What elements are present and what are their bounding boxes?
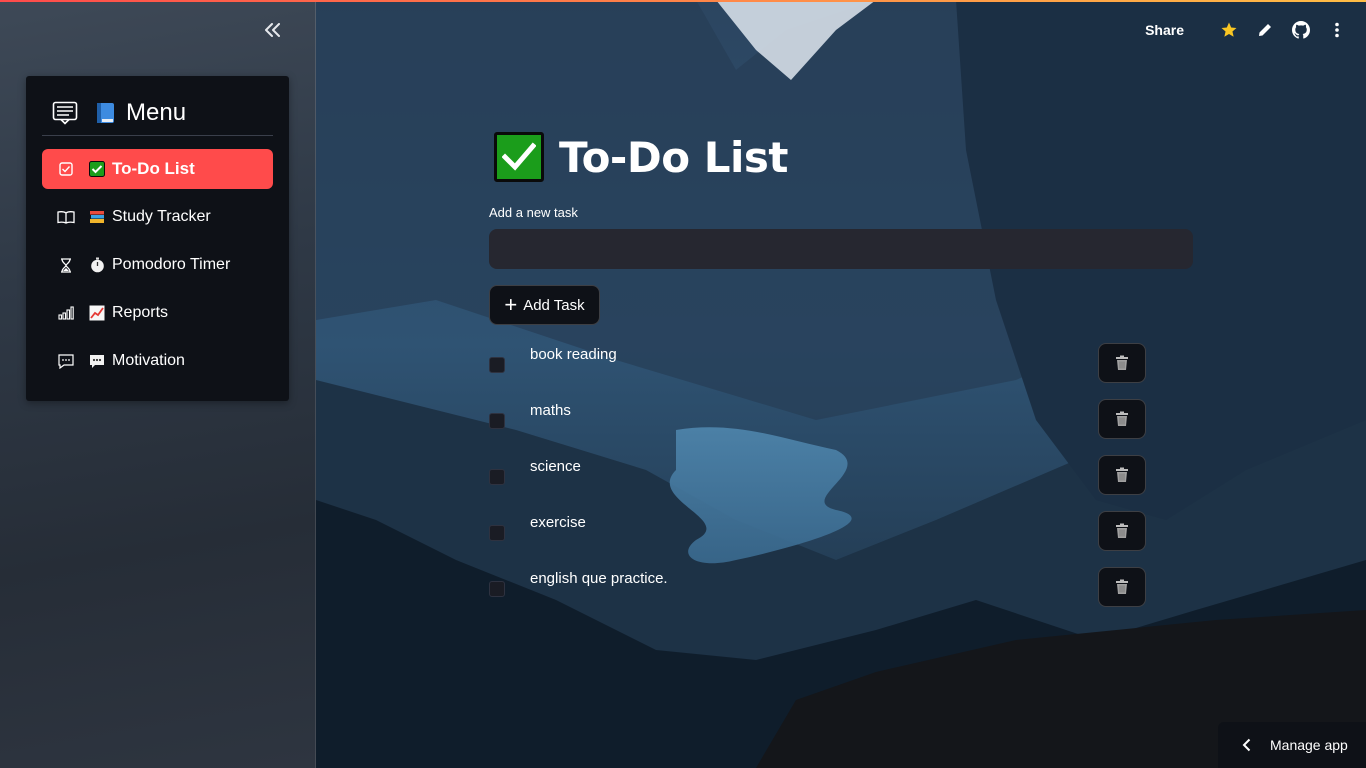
delete-task-button[interactable] — [1098, 455, 1146, 495]
sidebar-item-label: Pomodoro Timer — [112, 256, 231, 273]
task-checkbox[interactable] — [489, 357, 505, 373]
task-row: exercise — [489, 511, 1149, 555]
add-task-label: Add Task — [523, 296, 585, 314]
sidebar-item-label: Reports — [112, 304, 169, 321]
more-vert-icon[interactable] — [1328, 21, 1346, 39]
sidebar-item-study-tracker[interactable]: Study Tracker — [42, 197, 273, 237]
sidebar-item-motivation[interactable]: Motivation — [42, 341, 273, 381]
new-task-input[interactable] — [489, 229, 1193, 269]
app-toolbar: Share — [1145, 18, 1346, 42]
trash-icon — [1116, 467, 1128, 482]
manage-app-label: Manage app — [1270, 737, 1348, 753]
plus-icon: + — [504, 292, 518, 317]
task-label: exercise — [530, 514, 586, 531]
delete-task-button[interactable] — [1098, 567, 1146, 607]
task-row: science — [489, 455, 1149, 499]
list-icon — [52, 101, 78, 125]
open-book-icon — [57, 208, 75, 226]
check-mark-button-icon — [494, 132, 544, 182]
page-title: To-Do List — [559, 132, 788, 182]
hourglass-icon — [57, 256, 75, 274]
chart-increasing-icon — [89, 305, 105, 321]
edit-icon[interactable] — [1256, 21, 1274, 39]
trash-icon — [1116, 355, 1128, 370]
page-title-row: To-Do List — [494, 132, 788, 182]
task-row: book reading — [489, 343, 1149, 387]
chevron-left-icon — [1242, 738, 1254, 752]
blue-book-icon — [97, 102, 114, 123]
menu-title: Menu — [126, 98, 187, 126]
trash-icon — [1116, 579, 1128, 594]
task-checkbox[interactable] — [489, 469, 505, 485]
sidebar-item-label: Study Tracker — [112, 208, 211, 225]
sidebar-item-reports[interactable]: Reports — [42, 293, 273, 333]
task-row: english que practice. — [489, 567, 1149, 611]
github-icon[interactable] — [1292, 21, 1310, 39]
trash-icon — [1116, 523, 1128, 538]
star-icon[interactable] — [1220, 21, 1238, 39]
speech-bubble-icon — [89, 353, 105, 369]
task-checkbox[interactable] — [489, 581, 505, 597]
sidebar-item-todo-list[interactable]: To-Do List — [42, 149, 273, 189]
delete-task-button[interactable] — [1098, 343, 1146, 383]
new-task-label: Add a new task — [489, 205, 578, 220]
add-task-button[interactable]: + Add Task — [489, 285, 600, 325]
task-row: maths — [489, 399, 1149, 443]
task-label: english que practice. — [530, 570, 668, 587]
share-button[interactable]: Share — [1145, 22, 1184, 38]
task-label: science — [530, 458, 581, 475]
delete-task-button[interactable] — [1098, 511, 1146, 551]
task-label: maths — [530, 402, 571, 419]
chat-icon — [57, 352, 75, 370]
task-checkbox[interactable] — [489, 413, 505, 429]
collapse-sidebar-button[interactable] — [260, 18, 286, 42]
sidebar-item-label: Motivation — [112, 352, 185, 369]
manage-app-button[interactable]: Manage app — [1218, 722, 1366, 768]
sidebar-item-pomodoro-timer[interactable]: Pomodoro Timer — [42, 245, 273, 285]
checkbox-icon — [57, 160, 75, 178]
sidebar-item-label: To-Do List — [112, 159, 195, 178]
trash-icon — [1116, 411, 1128, 426]
task-checkbox[interactable] — [489, 525, 505, 541]
sidebar: Menu To-Do List Study Tracker Pomodoro T… — [0, 0, 316, 768]
menu-panel: Menu To-Do List Study Tracker Pomodoro T… — [26, 76, 289, 401]
stopwatch-icon — [89, 257, 105, 273]
double-chevron-left-icon — [265, 23, 280, 37]
check-mark-button-icon — [89, 161, 105, 177]
menu-header: Menu — [42, 90, 273, 136]
top-accent-line — [0, 0, 1366, 2]
books-icon — [89, 209, 105, 225]
bar-chart-icon — [57, 304, 75, 322]
delete-task-button[interactable] — [1098, 399, 1146, 439]
task-label: book reading — [530, 346, 617, 363]
